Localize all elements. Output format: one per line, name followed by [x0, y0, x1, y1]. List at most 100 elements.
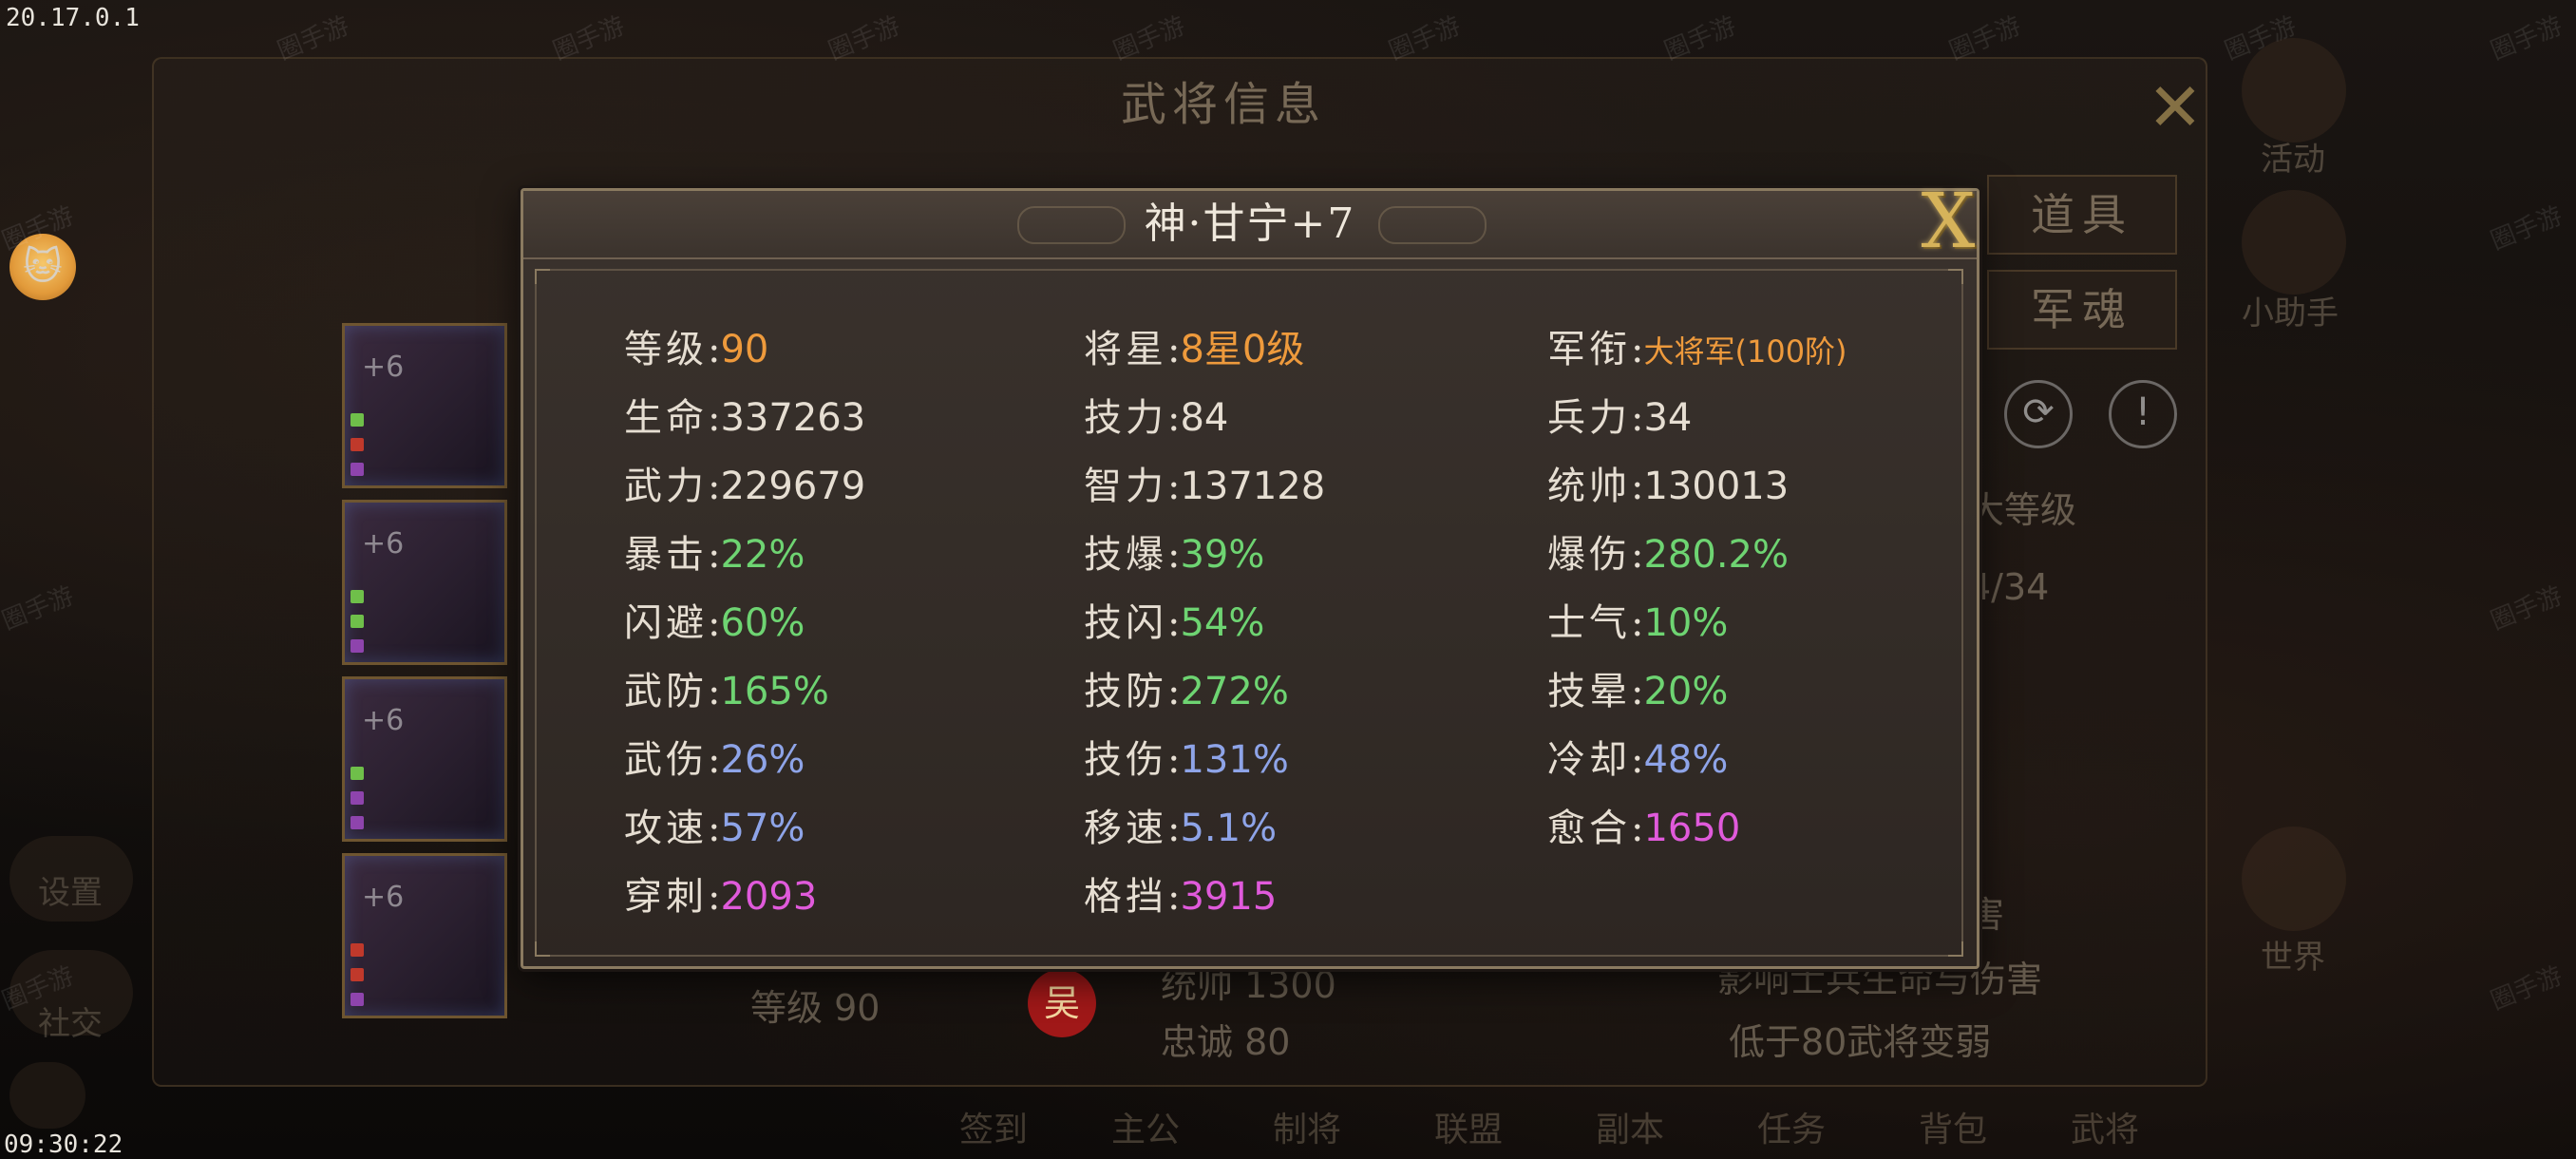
effect-text-3: 低于80武将变弱 [1729, 1021, 1992, 1063]
nav-dungeon[interactable]: 副本 [1596, 1102, 1664, 1151]
corner-ornament [1948, 941, 1963, 957]
stat-item: 技闪:54% [1084, 592, 1264, 647]
stat-label: 爆伤 [1547, 533, 1631, 577]
stat-item: 移速:5.1% [1084, 797, 1277, 852]
nav-generals[interactable]: 武将 [2071, 1102, 2139, 1151]
stat-value: 34 [1643, 396, 1693, 440]
stat-value: 39% [1180, 533, 1265, 577]
stat-label: 移速 [1084, 807, 1167, 850]
ratio-text: 4/34 [1968, 566, 2050, 608]
stat-value: 8星0级 [1180, 328, 1305, 371]
stat-colon: : [708, 807, 721, 850]
stat-colon: : [1631, 328, 1644, 371]
right-menu-event-label: 活动 [2261, 141, 2325, 179]
gem-icon [350, 816, 364, 829]
dialog-title: 神·甘宁+7 [1144, 200, 1356, 248]
stat-item: 兵力:34 [1547, 387, 1692, 442]
stat-colon: : [1167, 738, 1181, 782]
stat-colon: : [708, 396, 721, 440]
tab-soul[interactable]: 军魂 [1987, 270, 2177, 350]
stat-item: 统帅:130013 [1547, 455, 1789, 510]
stats-dialog: 神·甘宁+7 X 等级:90 将星:8星0级 军衔:大将军(100阶) 生命:3372… [521, 183, 1979, 969]
stat-colon: : [1631, 465, 1644, 508]
stat-value: 48% [1643, 738, 1729, 782]
nav-quest[interactable]: 任务 [1757, 1102, 1826, 1151]
gem-icon [350, 968, 364, 981]
stat-value: 26% [720, 738, 805, 782]
gem-icon [350, 463, 364, 476]
version-label: 20.17.0.1 [6, 4, 140, 32]
nav-lord[interactable]: 主公 [1111, 1102, 1180, 1151]
stat-label: 攻速 [624, 807, 708, 850]
stat-label: 智力 [1084, 465, 1167, 508]
equipment-slot-3[interactable]: +6 [342, 676, 507, 842]
stat-label: 技力 [1084, 396, 1167, 440]
stat-item: 技力:84 [1084, 387, 1228, 442]
stat-value: 84 [1180, 396, 1229, 440]
stat-label: 愈合 [1547, 807, 1631, 850]
stat-colon: : [1167, 601, 1181, 645]
hero-info-close-icon[interactable]: ✕ [2142, 74, 2208, 141]
stat-item: 技防:272% [1084, 660, 1289, 715]
stat-colon: : [1631, 738, 1644, 782]
stat-value: 54% [1180, 601, 1265, 645]
stat-colon: : [1167, 670, 1181, 713]
stat-label: 兵力 [1547, 396, 1631, 440]
stat-label: 武防 [624, 670, 708, 713]
equipment-slot-4[interactable]: +6 [342, 853, 507, 1018]
clock-label: 09:30:22 [4, 1130, 123, 1159]
stat-colon: : [708, 328, 721, 371]
tab-items[interactable]: 道具 [1987, 175, 2177, 255]
close-icon[interactable]: X [1910, 183, 1986, 259]
equipment-slot-1[interactable]: +6 [342, 323, 507, 488]
stat-label: 技闪 [1084, 601, 1167, 645]
gem-icon [350, 615, 364, 628]
stat-value: 5.1% [1180, 807, 1278, 850]
stat-value: 131% [1180, 738, 1289, 782]
right-menu-world[interactable] [2242, 826, 2346, 931]
stat-colon: : [708, 875, 721, 919]
gem-icon [350, 413, 364, 427]
stat-value: 272% [1180, 670, 1289, 713]
stat-item: 暴击:22% [624, 523, 805, 579]
equipment-slot-2[interactable]: +6 [342, 500, 507, 665]
stat-item: 等级:90 [624, 318, 768, 373]
chat-bubble-icon[interactable] [9, 1062, 85, 1129]
stat-item: 武伤:26% [624, 729, 805, 784]
stat-colon: : [708, 670, 721, 713]
stat-colon: : [708, 738, 721, 782]
stat-label: 冷却 [1547, 738, 1631, 782]
stat-item: 技伤:131% [1084, 729, 1289, 784]
gem-icon [350, 791, 364, 805]
stat-label: 军衔 [1547, 328, 1631, 371]
right-menu-world-label: 世界 [2261, 939, 2325, 977]
stat-value: 1650 [1643, 807, 1741, 850]
gem-icon [350, 993, 364, 1006]
stat-item: 士气:10% [1547, 592, 1728, 647]
nav-alliance[interactable]: 联盟 [1434, 1102, 1503, 1151]
refresh-icon[interactable]: ⟳ [2004, 380, 2073, 448]
hero-level-text: 等级 90 [750, 987, 881, 1029]
stat-value: 165% [720, 670, 829, 713]
stat-item: 愈合:1650 [1547, 797, 1740, 852]
info-exclamation-icon[interactable]: ! [2109, 380, 2177, 448]
nav-sign-in[interactable]: 签到 [959, 1102, 1028, 1151]
stat-value: 130013 [1643, 465, 1790, 508]
stat-label: 统帅 [1547, 465, 1631, 508]
left-menu-social-label: 社交 [38, 1005, 103, 1043]
gem-icon [350, 438, 364, 451]
stat-colon: : [1631, 601, 1644, 645]
right-menu-helper[interactable] [2242, 190, 2346, 294]
stat-item: 穿刺:2093 [624, 865, 817, 921]
nav-craft[interactable]: 制将 [1273, 1102, 1341, 1151]
stat-label: 技爆 [1084, 533, 1167, 577]
stat-label: 武力 [624, 465, 708, 508]
stat-colon: : [1631, 807, 1644, 850]
stat-colon: : [708, 533, 721, 577]
stats-dialog-header: 神·甘宁+7 [523, 191, 1977, 259]
stat-item: 武防:165% [624, 660, 829, 715]
gem-icon [350, 639, 364, 653]
hero-info-title: 武将信息 [1121, 78, 1327, 131]
nav-bag[interactable]: 背包 [1919, 1102, 1987, 1151]
corner-ornament [535, 269, 550, 284]
